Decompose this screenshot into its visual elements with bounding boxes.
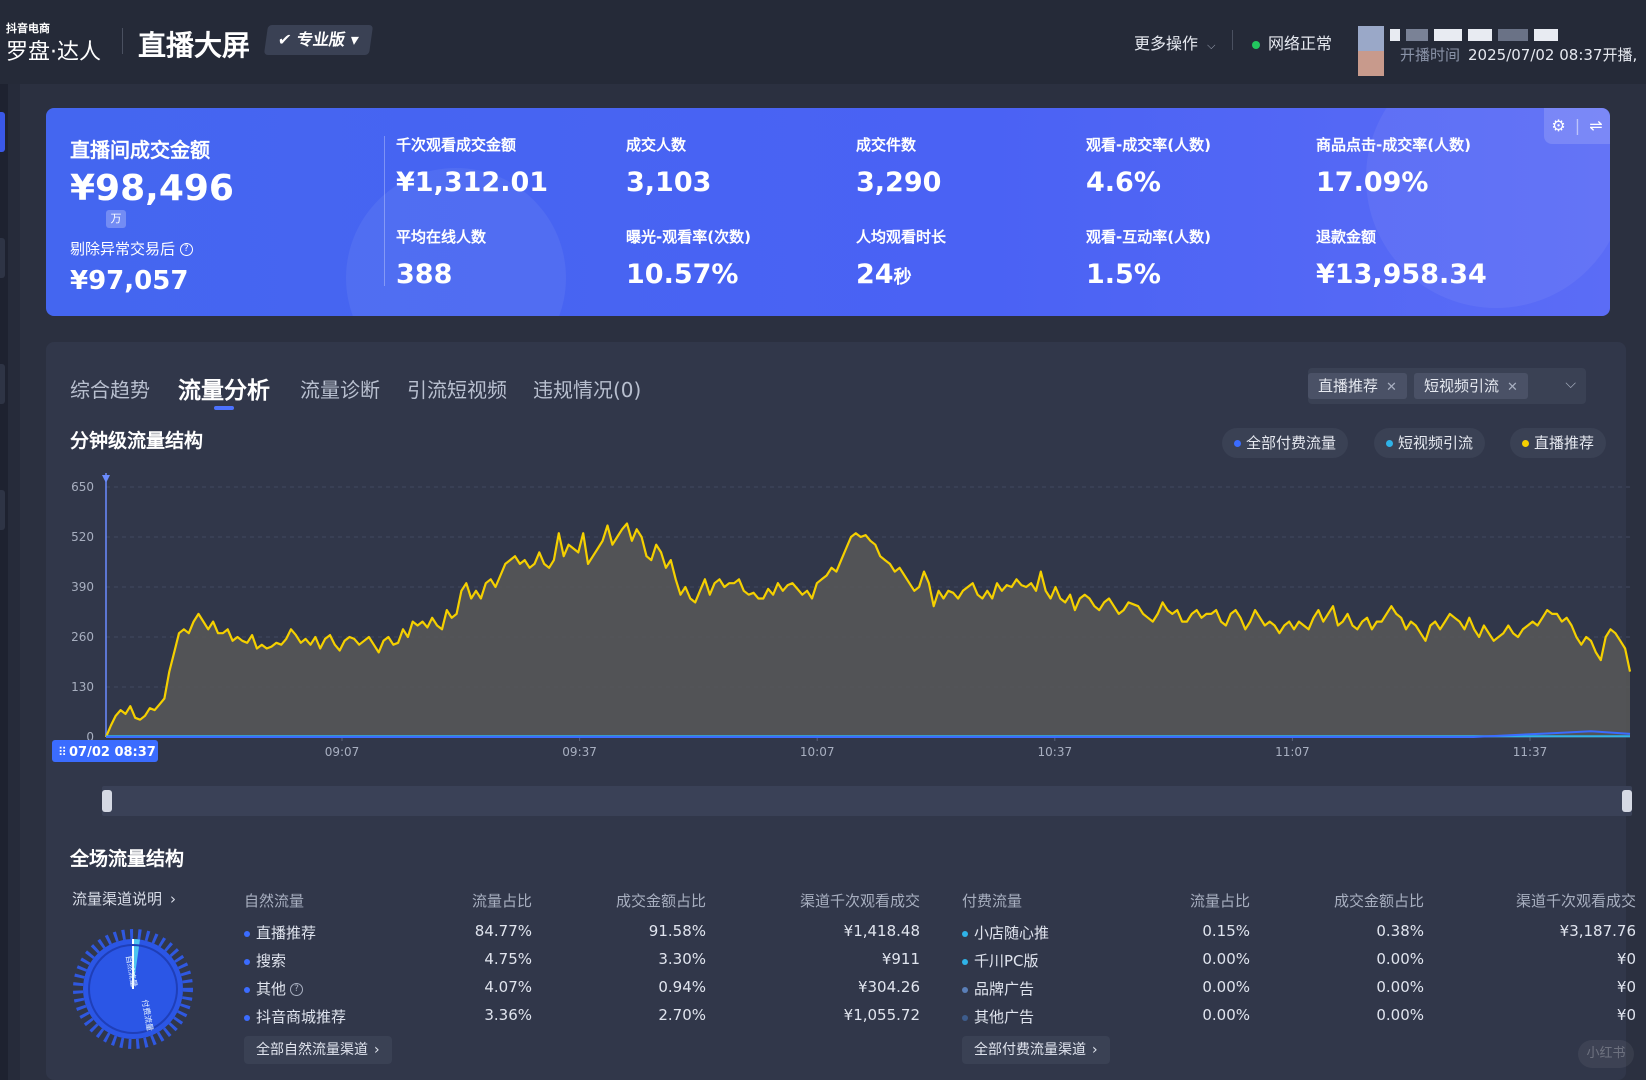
- start-time-label: 07/02 08:37: [69, 745, 156, 760]
- button-label: 全部自然流量渠道: [256, 1042, 368, 1058]
- info-icon[interactable]: ?: [290, 983, 304, 996]
- channel-gpm: ¥1,055.72: [843, 1006, 920, 1024]
- traffic-donut[interactable]: 自然流量 付费流量: [70, 926, 196, 1052]
- y-tick-label: 650: [71, 480, 94, 494]
- channel-note-label: 流量渠道说明: [72, 890, 163, 908]
- traffic-share: 0.15%: [1202, 922, 1250, 940]
- bullet-icon: [244, 1014, 250, 1021]
- column-header: 成交金额占比: [615, 892, 706, 910]
- channel-name: 其他广告: [962, 1006, 1034, 1027]
- x-tick-label: 09:37: [562, 745, 597, 759]
- gmv-share: 0.38%: [1376, 922, 1424, 940]
- column-header: 渠道千次观看成交: [799, 892, 920, 910]
- column-header: 成交金额占比: [1333, 892, 1424, 910]
- channel-gpm: ¥0: [1616, 1006, 1636, 1024]
- traffic-share: 4.75%: [484, 950, 532, 968]
- y-axis: 0130260390520650: [71, 473, 110, 744]
- bullet-icon: [962, 958, 968, 965]
- range-handle-left[interactable]: [102, 790, 112, 812]
- all-natural-channels-button[interactable]: 全部自然流量渠道 ›: [244, 1036, 392, 1064]
- gmv-share: 0.00%: [1376, 978, 1424, 996]
- x-tick-label: 09:07: [325, 745, 360, 759]
- channel-name: 抖音商城推荐: [244, 1006, 346, 1027]
- x-tick-label: 10:37: [1038, 745, 1073, 759]
- column-header: 渠道千次观看成交: [1515, 892, 1636, 910]
- x-axis: 09:07 09:37 10:07 10:37 11:07 11:37: [106, 736, 1630, 759]
- channel-note-link[interactable]: 流量渠道说明 ›: [72, 888, 176, 909]
- bullet-icon: [962, 986, 968, 993]
- traffic-share: 0.00%: [1202, 978, 1250, 996]
- y-tick-label: 130: [71, 680, 94, 694]
- x-tick-label: 11:07: [1275, 745, 1310, 759]
- column-header: 付费流量: [962, 892, 1023, 910]
- gmv-share: 0.00%: [1376, 950, 1424, 968]
- channel-gpm: ¥3,187.76: [1559, 922, 1636, 940]
- channel-gpm: ¥1,418.48: [843, 922, 920, 940]
- minute-traffic-chart[interactable]: 0130260390520650 09:07 09:37 10:07 10:37 11:…: [0, 0, 1646, 1080]
- column-header: 自然流量: [244, 892, 305, 910]
- channel-name: 搜索: [244, 950, 286, 971]
- drag-icon: ⠿: [58, 745, 67, 759]
- column-header: 流量占比: [471, 892, 532, 910]
- chart-series: [104, 522, 1632, 738]
- channel-gpm: ¥304.26: [857, 978, 920, 996]
- channel-name: 小店随心推: [962, 922, 1049, 943]
- gmv-share: 0.00%: [1376, 1006, 1424, 1024]
- watermark: 小红书: [1578, 1040, 1634, 1068]
- traffic-share: 0.00%: [1202, 1006, 1250, 1024]
- bullet-icon: [244, 958, 250, 965]
- channel-gpm: ¥0: [1616, 950, 1636, 968]
- button-label: 全部付费流量渠道: [974, 1042, 1086, 1058]
- chevron-right-icon: ›: [374, 1042, 380, 1058]
- all-paid-channels-button[interactable]: 全部付费流量渠道 ›: [962, 1036, 1110, 1064]
- channel-gpm: ¥911: [881, 950, 920, 968]
- x-tick-label: 11:37: [1513, 745, 1548, 759]
- traffic-share: 0.00%: [1202, 950, 1250, 968]
- x-tick-label: 10:07: [800, 745, 835, 759]
- bullet-icon: [244, 930, 250, 937]
- channel-name: 直播推荐: [244, 922, 316, 943]
- bullet-icon: [962, 930, 968, 937]
- traffic-share: 84.77%: [474, 922, 532, 940]
- channel-gpm: ¥0: [1616, 978, 1636, 996]
- bullet-icon: [244, 986, 250, 993]
- traffic-share: 3.36%: [484, 1006, 532, 1024]
- y-tick-label: 520: [71, 530, 94, 544]
- y-tick-label: 260: [71, 630, 94, 644]
- channel-name: 品牌广告: [962, 978, 1034, 999]
- channel-name: 千川PC版: [962, 950, 1039, 971]
- gmv-share: 2.70%: [658, 1006, 706, 1024]
- range-handle-right[interactable]: [1622, 790, 1632, 812]
- gmv-share: 91.58%: [648, 922, 706, 940]
- bullet-icon: [962, 1014, 968, 1021]
- gmv-share: 0.94%: [658, 978, 706, 996]
- traffic-share: 4.07%: [484, 978, 532, 996]
- column-header: 流量占比: [1189, 892, 1250, 910]
- gmv-share: 3.30%: [658, 950, 706, 968]
- caret-down-icon: [102, 475, 110, 483]
- time-range-slider[interactable]: [102, 786, 1632, 816]
- series-area-live-recommend: [106, 523, 1630, 737]
- chevron-right-icon: ›: [170, 890, 177, 908]
- start-time-tag[interactable]: ⠿ 07/02 08:37: [52, 740, 158, 762]
- channel-name: 其他?: [244, 978, 304, 999]
- chevron-right-icon: ›: [1092, 1042, 1098, 1058]
- overall-traffic-title: 全场流量结构: [70, 848, 185, 870]
- y-tick-label: 390: [71, 580, 94, 594]
